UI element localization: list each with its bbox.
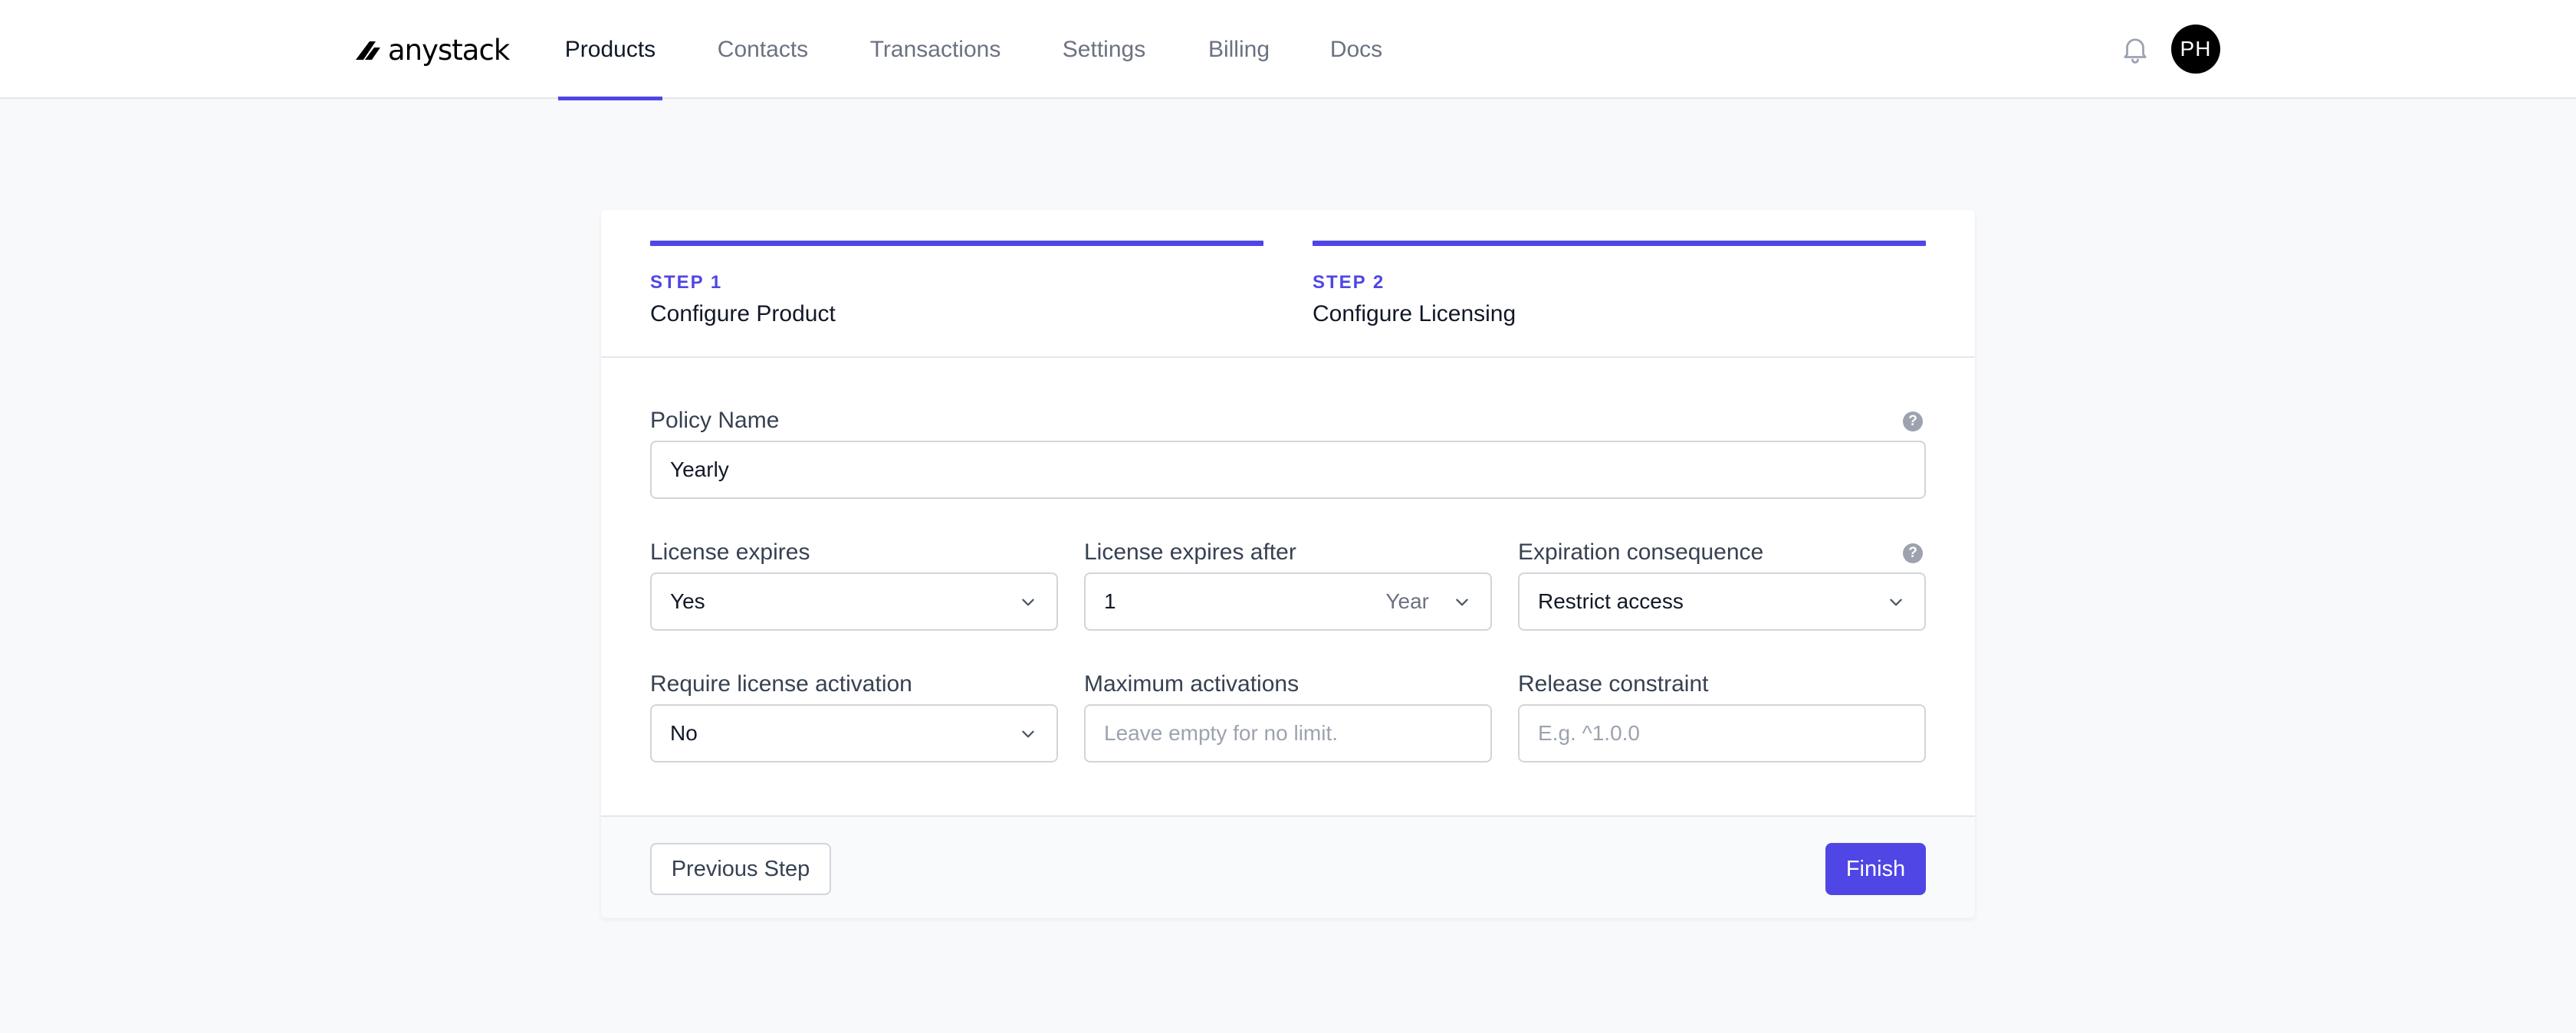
license-expires-after-value: 1 (1104, 589, 1116, 613)
step-1-progress-bar (650, 241, 1263, 246)
max-activations-input[interactable]: Leave empty for no limit. (1084, 704, 1492, 762)
license-expires-after-label: License expires after (1084, 539, 1296, 565)
brand-name: anystack (388, 33, 510, 67)
release-constraint-field: Release constraint E.g. ^1.0.0 (1518, 671, 1926, 762)
question-icon[interactable]: ? (1903, 412, 1923, 431)
chevron-down-icon (1890, 598, 1902, 606)
expiration-consequence-select[interactable]: Restrict access (1518, 572, 1926, 631)
chevron-down-icon (1022, 730, 1034, 738)
chevron-down-icon (1022, 598, 1034, 606)
user-avatar[interactable]: PH (2171, 25, 2220, 74)
step-1-number: STEP 1 (650, 272, 723, 293)
require-activation-label: Require license activation (650, 671, 912, 697)
require-activation-select[interactable]: No (650, 704, 1058, 762)
license-expires-label: License expires (650, 539, 810, 565)
expiration-consequence-value: Restrict access (1538, 589, 1684, 613)
release-constraint-label: Release constraint (1518, 671, 1709, 697)
policy-name-label: Policy Name (650, 408, 780, 433)
step-2-number: STEP 2 (1313, 272, 1385, 293)
license-expires-after-input[interactable]: 1 Year (1084, 572, 1492, 631)
expiration-consequence-field: Expiration consequence ? Restrict access (1518, 539, 1926, 631)
step-1[interactable]: STEP 1 Configure Product (650, 241, 1263, 327)
license-expires-after-field: License expires after 1 Year (1084, 539, 1492, 631)
license-policy-card: STEP 1 Configure Product STEP 2 Configur… (601, 210, 1975, 918)
step-indicator: STEP 1 Configure Product STEP 2 Configur… (601, 210, 1975, 358)
nav-docs[interactable]: Docs (1323, 0, 1389, 99)
logo-mark-icon (356, 41, 380, 60)
bell-icon[interactable] (2119, 32, 2151, 66)
max-activations-label: Maximum activations (1084, 671, 1300, 697)
anystack-logo[interactable]: anystack (354, 31, 510, 69)
require-activation-field: Require license activation No (650, 671, 1058, 762)
nav-contacts[interactable]: Contacts (711, 0, 814, 99)
expiry-unit-select[interactable]: Year (1385, 574, 1429, 629)
form-footer: Previous Step Finish (601, 815, 1975, 918)
previous-step-button[interactable]: Previous Step (650, 843, 831, 895)
policy-name-input[interactable]: Yearly (650, 441, 1926, 499)
nav-products[interactable]: Products (558, 0, 662, 100)
nav-billing[interactable]: Billing (1202, 0, 1276, 99)
finish-button[interactable]: Finish (1825, 843, 1926, 895)
license-expires-field: License expires Yes (650, 539, 1058, 631)
release-constraint-input[interactable]: E.g. ^1.0.0 (1518, 704, 1926, 762)
expiration-consequence-label: Expiration consequence (1518, 539, 1764, 565)
release-constraint-placeholder: E.g. ^1.0.0 (1538, 721, 1640, 745)
nav-settings[interactable]: Settings (1056, 0, 1152, 99)
policy-name-field: Policy Name ? Yearly (650, 407, 1926, 499)
question-icon[interactable]: ? (1903, 543, 1923, 563)
step-2[interactable]: STEP 2 Configure Licensing (1313, 241, 1926, 327)
max-activations-field: Maximum activations Leave empty for no l… (1084, 671, 1492, 762)
license-expires-select[interactable]: Yes (650, 572, 1058, 631)
step-1-title: Configure Product (650, 301, 836, 326)
step-2-progress-bar (1313, 241, 1926, 246)
step-2-title: Configure Licensing (1313, 301, 1516, 326)
require-activation-value: No (670, 721, 698, 745)
chevron-down-icon (1456, 598, 1468, 606)
license-expires-value: Yes (670, 589, 705, 613)
policy-name-value: Yearly (670, 457, 729, 481)
top-navigation-bar: anystack Products Contacts Transactions … (0, 0, 2576, 100)
max-activations-placeholder: Leave empty for no limit. (1104, 721, 1339, 745)
nav-transactions[interactable]: Transactions (862, 0, 1009, 99)
